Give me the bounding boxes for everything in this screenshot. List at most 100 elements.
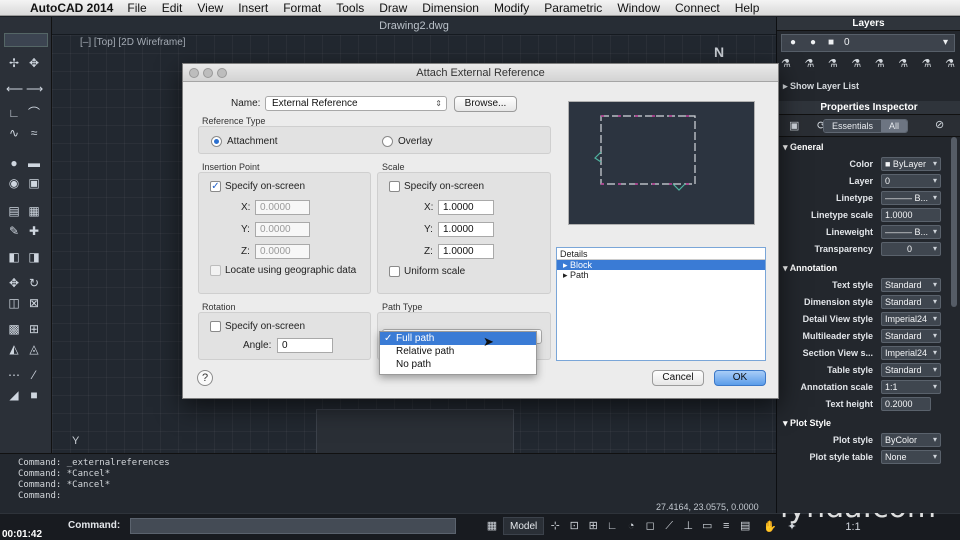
insertion-z-field[interactable]: 0.0000 <box>255 244 310 259</box>
layer-match-icon[interactable]: ⚗ <box>922 57 932 73</box>
prop-value[interactable]: 0.2000 <box>881 397 931 411</box>
menu-insert[interactable]: Insert <box>238 1 268 15</box>
rectangle-icon[interactable]: ▬ <box>26 155 42 171</box>
menu-view[interactable]: View <box>197 1 223 15</box>
name-dropdown[interactable]: External Reference ⇕ <box>265 96 447 111</box>
erase-icon[interactable]: ◨ <box>26 249 42 265</box>
scale-specify-checkbox[interactable] <box>389 181 400 192</box>
menu-dimension[interactable]: Dimension <box>422 1 479 15</box>
browse-button[interactable]: Browse... <box>454 96 517 112</box>
ellipse-icon[interactable]: ◉ <box>6 175 22 191</box>
prop-value[interactable]: ——— B... <box>881 191 941 205</box>
prop-value[interactable]: Imperial24 <box>881 346 941 360</box>
layer-state-icon[interactable]: ⚗ <box>781 57 791 73</box>
insertion-x-field[interactable]: 0.0000 <box>255 200 310 215</box>
prop-value[interactable]: 1:1 <box>881 380 941 394</box>
prop-value[interactable]: 0 <box>881 242 941 256</box>
fillet-icon[interactable]: ◧ <box>6 249 22 265</box>
copy-icon[interactable]: ▤ <box>6 203 22 219</box>
details-row-path[interactable]: ▸ Path <box>557 270 765 280</box>
rotation-specify-checkbox[interactable] <box>210 321 221 332</box>
properties-scrollbar[interactable] <box>951 137 957 307</box>
break-icon[interactable]: ⋯ <box>6 367 22 383</box>
scale-z-field[interactable]: 1.0000 <box>438 244 494 259</box>
geo-checkbox[interactable] <box>210 265 221 276</box>
mirror-icon[interactable]: ◭ <box>6 341 22 357</box>
prop-value[interactable]: 1.0000 <box>881 208 941 222</box>
transparency-icon[interactable]: ▤ <box>737 517 753 535</box>
show-layer-list-toggle[interactable]: ▸ Show Layer List <box>783 81 859 92</box>
command-input[interactable] <box>130 518 456 534</box>
layer-isolate-icon[interactable]: ⚗ <box>804 57 814 73</box>
viewport-controls[interactable]: [–] [Top] [2D Wireframe] <box>80 37 186 48</box>
scale-x-field[interactable]: 1.0000 <box>438 200 494 215</box>
path-option-none[interactable]: No path <box>380 358 536 371</box>
details-row-block[interactable]: ▸ Block <box>557 260 765 270</box>
insertion-y-field[interactable]: 0.0000 <box>255 222 310 237</box>
section-general[interactable]: ▾ General <box>777 139 949 156</box>
polar-tracking-icon[interactable]: ◔ <box>623 517 639 535</box>
tab-essentials[interactable]: Essentials <box>824 120 882 132</box>
dynamic-ucs-icon[interactable]: ⊥ <box>680 517 696 535</box>
current-layer-dropdown[interactable]: ● ● ■ 0 ▾ <box>781 34 955 52</box>
offset-icon[interactable]: ◬ <box>26 341 42 357</box>
menu-app-name[interactable]: AutoCAD 2014 <box>30 1 113 15</box>
menu-parametric[interactable]: Parametric <box>544 1 602 15</box>
infer-constraints-icon[interactable]: ⊹ <box>547 517 563 535</box>
stretch-icon[interactable]: ⊠ <box>26 295 42 311</box>
pan-hand-icon[interactable]: ✋ <box>762 518 778 536</box>
section-annotation[interactable]: ▾ Annotation <box>777 260 949 277</box>
path-option-relative[interactable]: Relative path <box>380 345 536 358</box>
extend-icon[interactable]: ✚ <box>26 223 42 239</box>
layer-unisolate-icon[interactable]: ⚗ <box>828 57 838 73</box>
circle-icon[interactable]: ● <box>6 155 22 171</box>
workspace-selector[interactable] <box>4 33 48 47</box>
redo-arrow-icon[interactable]: ⟶ <box>26 81 43 97</box>
layer-current-icon[interactable]: ⚗ <box>945 57 955 73</box>
overlay-radio[interactable] <box>382 136 393 147</box>
prop-value[interactable]: 0 <box>881 174 941 188</box>
arc-icon[interactable]: ⌒ <box>26 105 42 121</box>
menu-format[interactable]: Format <box>283 1 321 15</box>
prop-value[interactable]: None <box>881 450 941 464</box>
lineweight-icon[interactable]: ≡ <box>718 517 734 535</box>
scale-icon[interactable]: ◫ <box>6 295 22 311</box>
layer-freeze-icon[interactable]: ⚗ <box>851 57 861 73</box>
menu-window[interactable]: Window <box>617 1 660 15</box>
move-icon[interactable]: ✥ <box>26 55 42 71</box>
menu-connect[interactable]: Connect <box>675 1 720 15</box>
menu-help[interactable]: Help <box>735 1 760 15</box>
help-button[interactable]: ? <box>197 370 213 386</box>
grid-icon[interactable]: ⊞ <box>26 321 42 337</box>
prop-value[interactable]: Standard <box>881 363 941 377</box>
dynamic-input-icon[interactable]: ▭ <box>699 517 715 535</box>
layer-off-icon[interactable]: ⚗ <box>875 57 885 73</box>
ok-button[interactable]: OK <box>714 370 766 386</box>
tab-all[interactable]: All <box>881 120 908 132</box>
snap-mode-icon[interactable]: ⊡ <box>566 517 582 535</box>
section-plot-style[interactable]: ▾ Plot Style <box>777 415 949 432</box>
path-option-full[interactable]: Full path <box>380 332 536 345</box>
scale-y-field[interactable]: 1.0000 <box>438 222 494 237</box>
curve-icon[interactable]: ≈ <box>26 125 42 141</box>
prop-value[interactable]: Standard <box>881 295 941 309</box>
pan-icon[interactable]: ✥ <box>6 275 22 291</box>
explode-icon[interactable]: ■ <box>26 387 42 403</box>
menu-modify[interactable]: Modify <box>494 1 529 15</box>
prop-value[interactable]: ■ ByLayer <box>881 157 941 171</box>
pick-object-icon[interactable]: ⊘ <box>935 118 944 131</box>
object-snap-icon[interactable]: ◻ <box>642 517 658 535</box>
minimize-window-icon[interactable] <box>203 68 213 78</box>
prop-value[interactable]: Standard <box>881 278 941 292</box>
join-icon[interactable]: ⁄ <box>26 367 42 383</box>
prop-value[interactable]: Standard <box>881 329 941 343</box>
layer-lock-icon[interactable]: ⚗ <box>898 57 908 73</box>
prop-value[interactable]: Imperial24 <box>881 312 941 326</box>
block-icon[interactable]: ▦ <box>26 203 42 219</box>
cancel-button[interactable]: Cancel <box>652 370 704 386</box>
menu-edit[interactable]: Edit <box>162 1 183 15</box>
grid-mode-icon[interactable]: ⊞ <box>585 517 601 535</box>
menu-draw[interactable]: Draw <box>379 1 407 15</box>
prop-value[interactable]: ByColor <box>881 433 941 447</box>
trim-icon[interactable]: ✎ <box>6 223 22 239</box>
